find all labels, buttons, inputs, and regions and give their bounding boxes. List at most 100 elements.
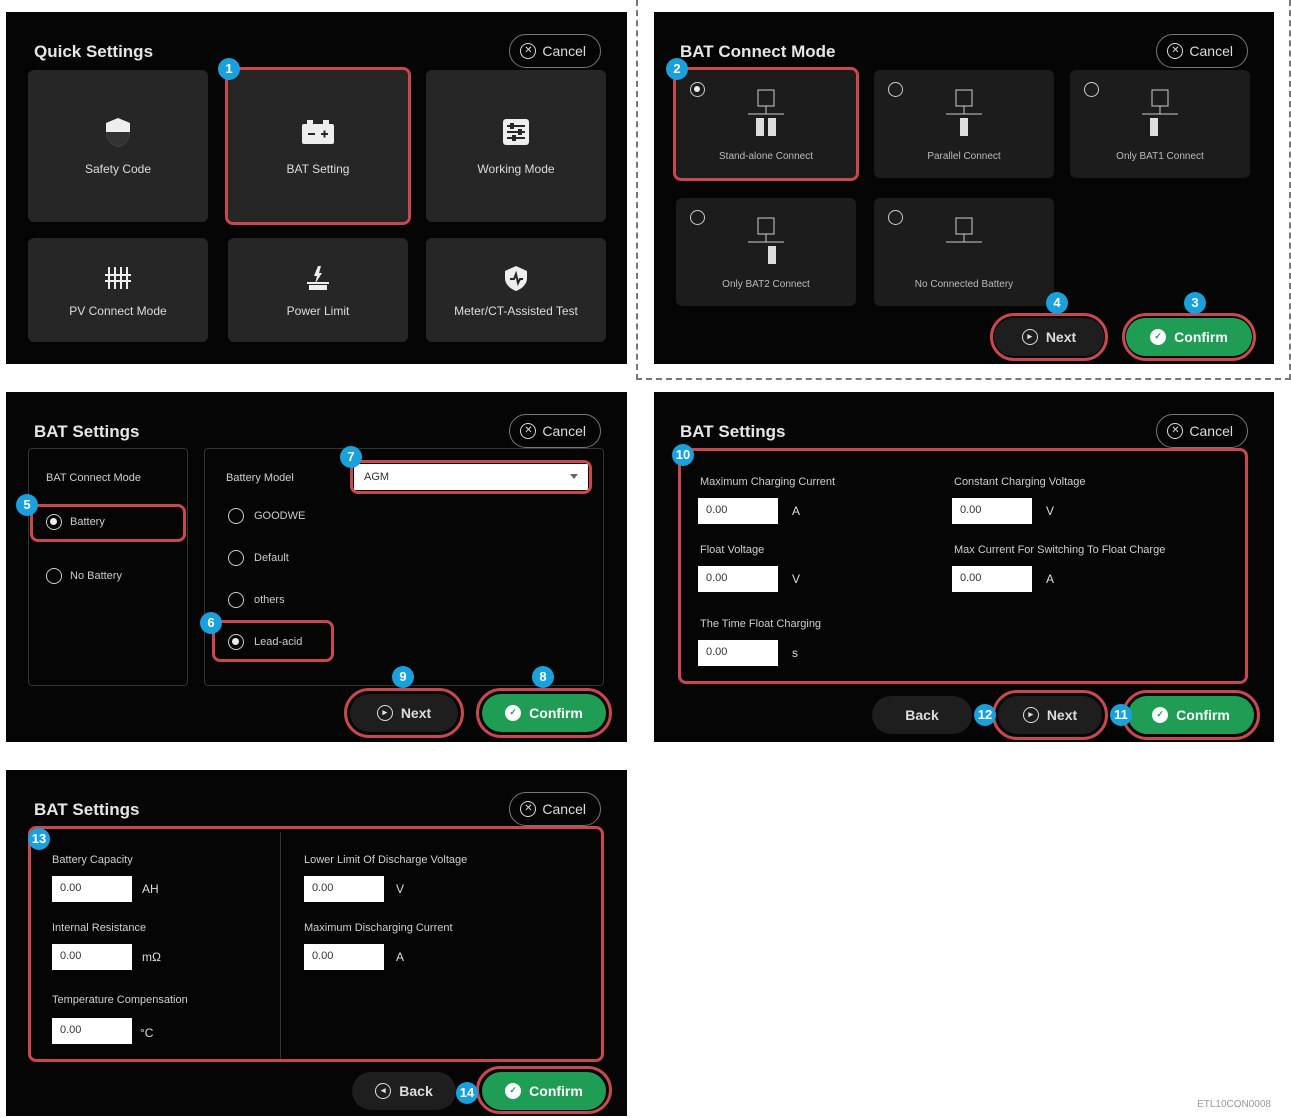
radio-model-lead-acid[interactable] — [228, 634, 244, 650]
confirm-button[interactable]: ✓ Confirm — [482, 694, 606, 732]
close-icon: ✕ — [1167, 423, 1184, 439]
field-label: The Time Float Charging — [700, 618, 822, 630]
back-icon: ◂ — [375, 1083, 392, 1099]
battery-model-select[interactable]: AGM — [354, 464, 588, 490]
tile-safety-code[interactable]: Safety Code — [28, 70, 208, 222]
tile-label: Meter/CT-Assisted Test — [454, 304, 578, 318]
mode-option-label: Only BAT1 Connect — [1116, 151, 1204, 162]
unit-label: s — [792, 646, 798, 660]
unit-label: A — [396, 950, 405, 964]
step-badge: 9 — [392, 666, 414, 688]
connect-mode-label: BAT Connect Mode — [46, 472, 141, 484]
back-button[interactable]: ◂ Back — [352, 1072, 456, 1110]
constant-charging-voltage-input[interactable]: 0.00 — [952, 498, 1032, 524]
radio-button[interactable] — [1084, 82, 1099, 97]
next-icon: ▸ — [1021, 329, 1038, 345]
close-icon: ✕ — [520, 801, 537, 817]
field-label: Internal Resistance — [52, 922, 147, 934]
unit-label: °C — [140, 1026, 154, 1040]
battery-diagram-icon — [748, 217, 784, 264]
close-icon: ✕ — [520, 423, 537, 439]
tile-label: Safety Code — [84, 162, 152, 176]
meter-test-icon — [499, 262, 533, 294]
tile-pv-connect-mode[interactable]: PV Connect Mode — [28, 238, 208, 342]
step-badge: 4 — [1046, 292, 1068, 314]
battery-capacity-input[interactable]: 0.00 — [52, 876, 132, 902]
mode-option-label: Only BAT2 Connect — [722, 279, 810, 290]
step-badge: 8 — [532, 666, 554, 688]
figure-code: ETL10CON0008 — [1197, 1099, 1271, 1110]
max-discharging-current-input[interactable]: 0.00 — [304, 944, 384, 970]
step-badge: 2 — [666, 58, 688, 80]
radio-button[interactable] — [888, 82, 903, 97]
confirm-button[interactable]: ✓ Confirm — [482, 1072, 606, 1110]
tile-bat-setting[interactable]: BAT Setting — [228, 70, 408, 222]
bat-settings-model-panel: BAT Settings ✕ Cancel BAT Connect Mode Ba… — [6, 392, 627, 742]
tile-meter-ct-test[interactable]: Meter/CT-Assisted Test — [426, 238, 606, 342]
radio-button[interactable] — [888, 210, 903, 225]
float-voltage-input[interactable]: 0.00 — [698, 566, 778, 592]
confirm-button[interactable]: ✓ Confirm — [1126, 318, 1252, 356]
radio-battery[interactable] — [46, 514, 62, 530]
cancel-button[interactable]: ✕ Cancel — [509, 414, 601, 448]
next-button[interactable]: ▸ Next — [998, 696, 1102, 734]
unit-label: AH — [142, 882, 159, 896]
panel-title: BAT Settings — [34, 800, 140, 819]
tile-label: Working Mode — [477, 162, 555, 176]
unit-label: V — [396, 882, 405, 896]
battery-diagram-icon — [1142, 89, 1178, 136]
radio-no-battery[interactable] — [46, 568, 62, 584]
tile-label: BAT Setting — [286, 162, 350, 176]
radio-model-goodwe[interactable] — [228, 508, 244, 524]
bat-settings-discharge-panel: BAT Settings ✕ Cancel Battery Capacity 0.… — [6, 770, 627, 1116]
next-button[interactable]: ▸ Next — [994, 318, 1104, 356]
unit-label: V — [792, 572, 801, 586]
field-label: Maximum Discharging Current — [304, 922, 453, 934]
mode-option-only-bat2[interactable]: Only BAT2 Connect — [676, 198, 856, 306]
radio-model-others[interactable] — [228, 592, 244, 608]
step-badge: 6 — [200, 612, 222, 634]
close-icon: ✕ — [520, 43, 537, 59]
internal-resistance-input[interactable]: 0.00 — [52, 944, 132, 970]
battery-model-label: Battery Model — [226, 472, 294, 484]
temperature-compensation-input[interactable]: 0.00 — [52, 1018, 132, 1044]
cancel-button[interactable]: ✕ Cancel — [1156, 414, 1248, 448]
max-charging-current-input[interactable]: 0.00 — [698, 498, 778, 524]
bat-connect-mode-panel: BAT Connect Mode ✕ Cancel Stand-alone Con… — [654, 12, 1274, 364]
panel-title: BAT Connect Mode — [680, 42, 836, 61]
panel-title: BAT Settings — [34, 422, 140, 441]
field-label: Battery Capacity — [52, 854, 133, 866]
battery-diagram-icon — [946, 89, 982, 136]
max-current-float-input[interactable]: 0.00 — [952, 566, 1032, 592]
cancel-button[interactable]: ✕ Cancel — [509, 792, 601, 826]
mode-option-label: Stand-alone Connect — [719, 151, 813, 162]
cancel-button[interactable]: ✕ Cancel — [1156, 34, 1248, 68]
step-badge: 1 — [218, 58, 240, 80]
quick-settings-panel: Quick Settings ✕ Cancel Safety Code BAT S… — [6, 12, 627, 364]
pv-connect-icon — [101, 262, 135, 294]
shield-icon — [101, 116, 135, 148]
step-badge: 3 — [1184, 292, 1206, 314]
lower-limit-discharge-voltage-input[interactable]: 0.00 — [304, 876, 384, 902]
panel-title: Quick Settings — [34, 42, 154, 61]
unit-label: A — [1046, 572, 1055, 586]
tile-working-mode[interactable]: Working Mode — [426, 70, 606, 222]
float-charging-time-input[interactable]: 0.00 — [698, 640, 778, 666]
mode-option-no-battery[interactable]: No Connected Battery — [874, 198, 1054, 306]
back-button[interactable]: Back — [872, 696, 972, 734]
mode-option-parallel[interactable]: Parallel Connect — [874, 70, 1054, 178]
cancel-button[interactable]: ✕ Cancel — [509, 34, 601, 68]
confirm-button[interactable]: ✓ Confirm — [1128, 696, 1254, 734]
field-label: Constant Charging Voltage — [954, 476, 1086, 488]
unit-label: mΩ — [142, 950, 161, 964]
next-button[interactable]: ▸ Next — [350, 694, 458, 732]
radio-model-default[interactable] — [228, 550, 244, 566]
radio-button[interactable] — [690, 82, 705, 97]
mode-option-stand-alone[interactable]: Stand-alone Connect — [676, 70, 856, 178]
field-label: Lower Limit Of Discharge Voltage — [304, 854, 468, 866]
tile-power-limit[interactable]: Power Limit — [228, 238, 408, 342]
battery-icon — [301, 116, 335, 148]
radio-button[interactable] — [690, 210, 705, 225]
power-limit-icon — [301, 262, 335, 294]
mode-option-only-bat1[interactable]: Only BAT1 Connect — [1070, 70, 1250, 178]
